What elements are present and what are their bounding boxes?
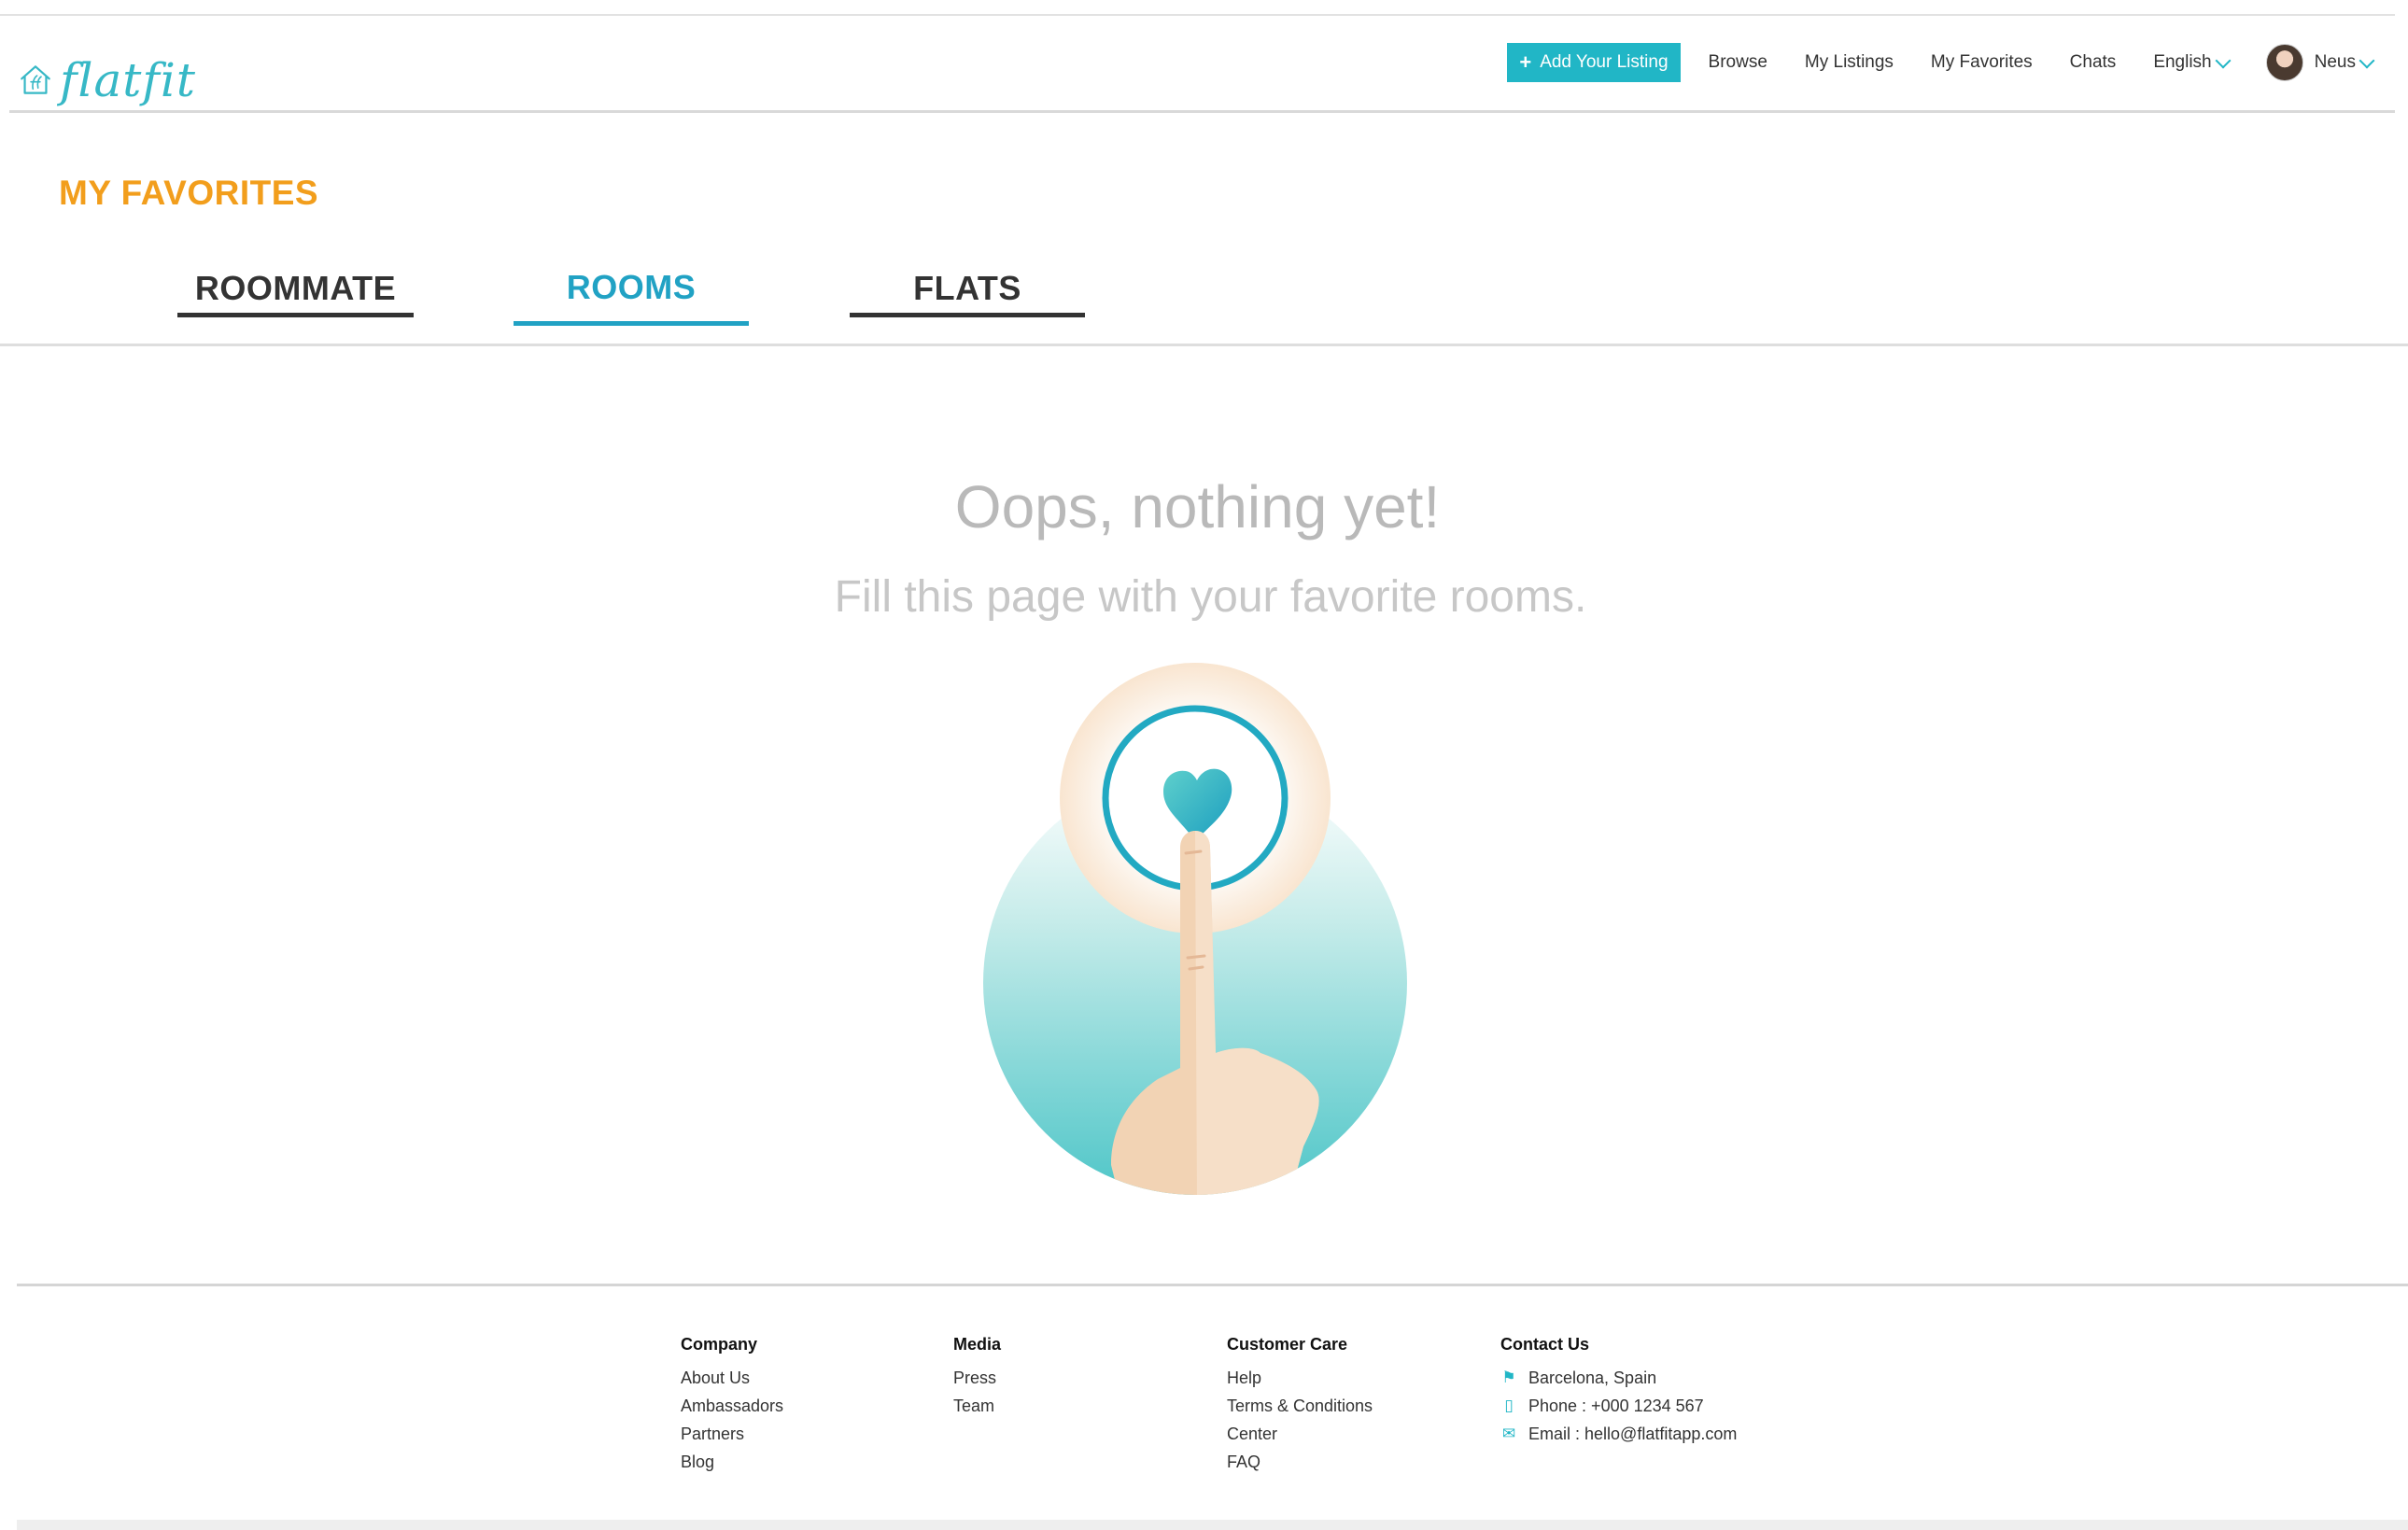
footer-heading: Media [953,1335,1002,1354]
footer-link-blog[interactable]: Blog [681,1448,783,1476]
footer-link-ambassadors[interactable]: Ambassadors [681,1392,783,1420]
footer-company: Company About Us Ambassadors Partners Bl… [681,1335,783,1476]
signpost-icon: ⚑ [1501,1369,1516,1386]
add-listing-label: Add Your Listing [1540,52,1669,72]
footer-link-terms[interactable]: Terms & Conditions [1227,1392,1373,1420]
nav-my-favorites[interactable]: My Favorites [1931,52,2033,73]
tab-underline [177,313,414,317]
top-nav: + Add Your Listing Browse My Listings My… [1507,42,2375,83]
footer-heading: Contact Us [1500,1335,1590,1354]
contact-phone-text: Phone : +000 1234 567 [1528,1397,1704,1415]
footer-link-partners[interactable]: Partners [681,1420,783,1448]
user-menu[interactable]: Neus [2314,52,2375,73]
footer-media: Media Press Team [953,1335,1001,1420]
nav-my-listings[interactable]: My Listings [1805,52,1894,73]
language-label: English [2153,52,2212,72]
page-title: MY FAVORITES [59,174,319,212]
bottom-strip [17,1520,2408,1530]
header-divider [9,110,2395,113]
user-name: Neus [2314,52,2356,72]
tabs-divider [0,344,2408,346]
contact-email-text: Email : hello@flatfitapp.com [1528,1425,1738,1443]
tab-label: FLATS [913,269,1021,307]
envelope-icon: ✉ [1501,1425,1516,1442]
tab-roommate[interactable]: ROOMMATE [177,269,414,317]
contact-location: ⚑ Barcelona, Spain [1500,1364,1737,1392]
footer-heading: Customer Care [1227,1335,1348,1354]
tab-underline-active [514,321,749,326]
tab-rooms[interactable]: ROOMS [514,268,749,326]
language-selector[interactable]: English [2153,52,2232,73]
logo-wordmark: flatfit [60,53,196,107]
footer-link-center[interactable]: Center [1227,1420,1373,1448]
contact-location-text: Barcelona, Spain [1528,1369,1657,1387]
footer-divider [17,1284,2408,1286]
nav-browse[interactable]: Browse [1709,52,1767,73]
empty-state-subtitle: Fill this page with your favorite rooms. [834,572,1587,622]
house-logo-icon [21,65,50,94]
tab-label: ROOMS [566,268,697,306]
chevron-down-icon [2359,52,2375,69]
tab-underline [850,313,1085,317]
avatar[interactable] [2265,44,2303,81]
tab-flats[interactable]: FLATS [850,269,1085,317]
add-listing-button[interactable]: + Add Your Listing [1507,43,1681,82]
footer-link-press[interactable]: Press [953,1364,1001,1392]
footer-link-about-us[interactable]: About Us [681,1364,783,1392]
footer-heading: Company [681,1335,758,1354]
logo[interactable]: flatfit [19,48,196,113]
footer-link-faq[interactable]: FAQ [1227,1448,1373,1476]
nav-chats[interactable]: Chats [2070,52,2117,73]
empty-state-title: Oops, nothing yet! [954,473,1441,540]
contact-email[interactable]: ✉ Email : hello@flatfitapp.com [1500,1420,1738,1448]
plus-icon: + [1519,50,1532,74]
phone-icon: ▯ [1504,1397,1514,1414]
finger-heart-illustration [983,663,1407,1195]
footer-link-help[interactable]: Help [1227,1364,1373,1392]
footer-link-team[interactable]: Team [953,1392,1001,1420]
footer-contact: Contact Us ⚑ Barcelona, Spain ▯ Phone : … [1500,1335,1737,1448]
tab-label: ROOMMATE [194,269,397,307]
chevron-down-icon [2215,52,2232,69]
contact-phone: ▯ Phone : +000 1234 567 [1500,1392,1737,1420]
footer-customer-care: Customer Care Help Terms & Conditions Ce… [1227,1335,1373,1476]
